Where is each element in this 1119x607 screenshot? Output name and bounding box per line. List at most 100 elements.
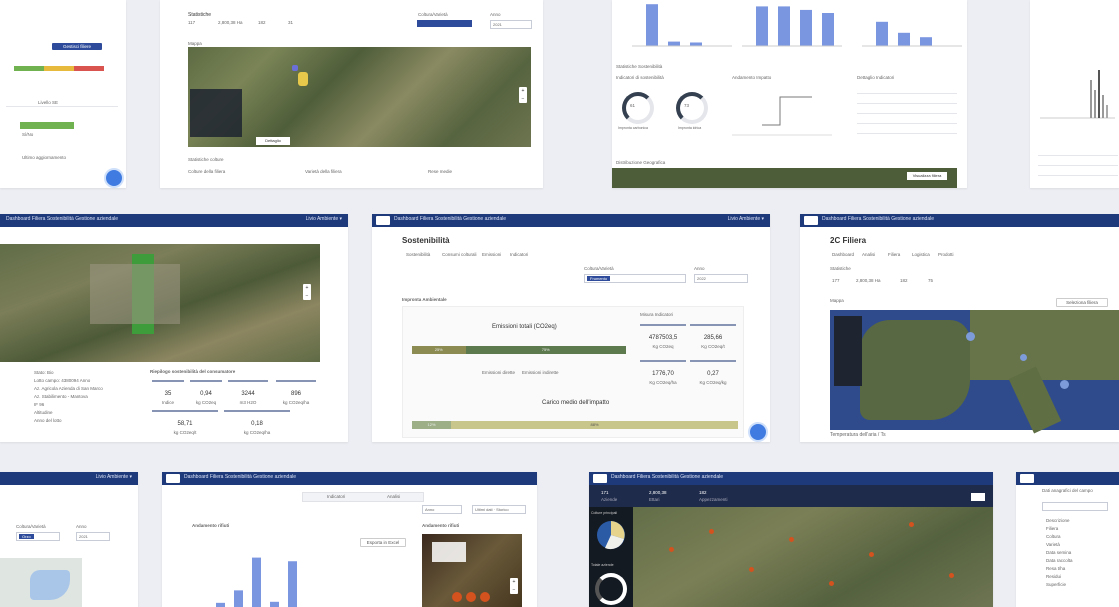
bar2-segment-2: 88% [451,421,738,429]
tab-0[interactable]: Sostenibilità [406,252,430,257]
trend-line-chart [732,96,832,136]
year-label: Anno [694,266,705,271]
stat-2: 2,800,38 Ha [856,278,881,283]
card-bot-map: Dashboard Filiera Sostenibilità Gestione… [589,472,993,607]
stat-3-label: Appezzamenti [699,497,728,502]
kpi-5: 58,71 kg CO2eq/t [152,410,218,435]
satellite-map[interactable]: + − [0,244,320,362]
bar2: 12% 88% [412,421,738,429]
tab-0[interactable]: Indicatori [327,494,345,499]
row-5: Data raccolta [1046,558,1073,563]
distribution-map[interactable]: Visualizza filiera [612,168,957,188]
year-select[interactable]: 2021 [76,532,110,541]
pie-label: Colture principali [591,511,618,515]
stat-1: 117 [188,20,196,25]
user-chip[interactable] [971,493,985,501]
range-filter[interactable]: Ultimi dati · Storico [472,505,526,514]
tab-2[interactable]: Emissioni [482,252,501,257]
help-fab[interactable] [748,422,768,442]
top-nav: Dashboard Filiera Sostenibilità Gestione… [372,214,770,227]
top-nav: Dashboard Filiera Sostenibilità Gestione… [0,214,348,227]
tab-1[interactable]: Consumi colturali [442,252,477,257]
year-select[interactable]: 2021 [490,20,532,29]
italy-map[interactable] [589,507,993,607]
map-legend [190,89,242,137]
variety-select[interactable] [417,20,472,27]
kpi-title: Misura Indicatori [640,312,674,317]
select-supply-chain-button[interactable]: Seleziona filiera [1056,298,1108,307]
waste-map[interactable]: + − [422,534,522,607]
year-select[interactable]: 2022 [694,274,748,283]
stat-3: 182 [699,490,707,495]
top-bar-1-2 [800,9,812,47]
waste-bar-3 [270,601,279,607]
variety-label: Coltura/Varietà [16,524,46,529]
tab-1[interactable]: Analisi [862,252,875,257]
map-title: Andamento rifiuti [422,523,460,528]
tab-2[interactable]: Filiera [888,252,900,257]
temperature-map[interactable] [830,310,1119,434]
mini-map[interactable] [0,558,82,607]
satellite-map[interactable]: + − Dettaglio [188,47,531,147]
top-nav: Livio Ambiente ▾ [0,472,138,485]
zoom-controls[interactable]: + − [510,578,518,594]
bar1-segment-2: 75% [465,346,626,354]
sust-section: Statistiche Sostenibilità [616,64,663,69]
stats-band: 171 Aziende 2,800,38 Ettari 182 Appezzam… [589,485,993,507]
side-panel: Colture principali Totale aziende [589,507,633,607]
panel-2: Andamento Impatto [732,75,772,80]
legend-2: Emissioni indirette [522,370,559,375]
legend-1: Emissioni dirette [482,370,516,375]
year-label: Anno [490,12,501,17]
panel-1: Indicatori di sostenibilità [616,75,664,80]
temperature-legend [834,316,862,386]
tab-switch[interactable]: Indicatori Analisi [302,492,424,502]
filter-label: Coltura/Varietà [584,266,614,271]
variety-select[interactable]: Frumento [584,274,686,283]
detail-table [857,85,957,145]
tab-1[interactable]: Analisi [387,494,400,499]
footnote: Ultimo aggiornamento [22,155,67,160]
map-detail-button[interactable]: Dettaglio [256,137,290,145]
row-1: Filiera [1046,526,1059,531]
tab-0[interactable]: Dashboard [832,252,854,257]
map-view-button[interactable]: Visualizza filiera [907,172,947,180]
card-top-left: Gestisci filiere Livello SE Sì/No Ultimo… [0,0,126,188]
panel-3: Dettaglio Indicatori [857,75,895,80]
sub-2: Varietà della filiera [305,169,342,174]
map-label: Distribuzione Geografica [616,160,666,165]
year-filter[interactable]: Anno [422,505,462,514]
map-footer: Temperatura dell'aria / Ts [830,432,886,438]
label-2: Az. Agricola Azienda di San Marco [34,386,103,391]
section-title: Statistiche colture [188,157,224,162]
top-bar-0-1 [668,41,680,46]
top-bar-0-2 [690,42,702,46]
bar1: 25% 75% [412,346,626,354]
zoom-controls[interactable]: + − [303,284,311,300]
legend-bar [14,66,104,71]
select-chip: Frumento [587,276,611,281]
top-nav: Dashboard Filiera Sostenibilità Gestione… [589,472,993,485]
card-top-right [1030,0,1119,188]
tab-3[interactable]: Logistica [912,252,930,257]
field-select[interactable] [1042,502,1108,511]
manage-supply-chain-button[interactable]: Gestisci filiere [52,43,102,50]
help-fab[interactable] [104,168,124,188]
ring-label: Totale aziende [591,563,614,567]
row-6: Resa t/ha [1046,566,1066,571]
label-4: IF 96 [34,402,45,407]
zoom-controls[interactable]: + − [519,87,527,103]
stat-3: 182 [258,20,266,25]
variety-select[interactable]: Orzo [16,532,60,541]
kpi-2: 285,66 Kg CO2eq/t [690,324,736,349]
stat-2: 2,800,38 [649,490,667,495]
export-button[interactable]: Esporta in Excel [360,538,406,547]
tab-4[interactable]: Prodotti [938,252,954,257]
bar1-segment-1: 25% [412,346,466,354]
tab-3[interactable]: Indicatori [510,252,528,257]
sub-3: Rese medie [428,169,453,174]
row-0: Descrizione [1046,518,1070,523]
card-bot-left: Livio Ambiente ▾ Coltura/Varietà Orzo An… [0,472,138,607]
stats-title: Statistiche [188,12,212,18]
top-bar-1-3 [822,13,834,46]
